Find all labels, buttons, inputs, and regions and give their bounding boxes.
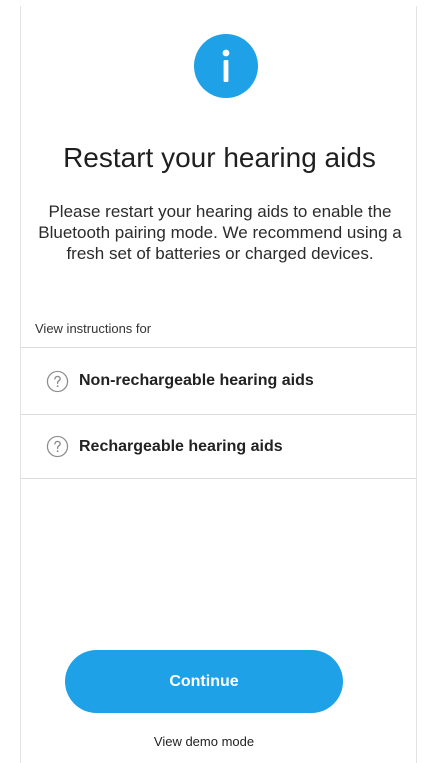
list-item-label: Non-rechargeable hearing aids xyxy=(79,372,314,389)
continue-button[interactable]: Continue xyxy=(65,650,343,713)
list-item-rechargeable[interactable]: Rechargeable hearing aids xyxy=(21,415,417,479)
help-circle-icon xyxy=(46,370,69,392)
section-label: View instructions for xyxy=(35,321,152,336)
instructions-list: Non-rechargeable hearing aids Rechargeab… xyxy=(21,347,417,479)
help-circle-icon xyxy=(46,435,69,458)
list-item-label: Rechargeable hearing aids xyxy=(79,437,283,455)
page-title: Restart your hearing aids xyxy=(63,142,376,173)
instruction-message: Please restart your hearing aids to enab… xyxy=(38,202,402,263)
list-item-non-rechargeable[interactable]: Non-rechargeable hearing aids xyxy=(21,348,417,415)
view-demo-mode-link[interactable]: View demo mode xyxy=(0,733,408,750)
info-icon xyxy=(194,34,258,98)
